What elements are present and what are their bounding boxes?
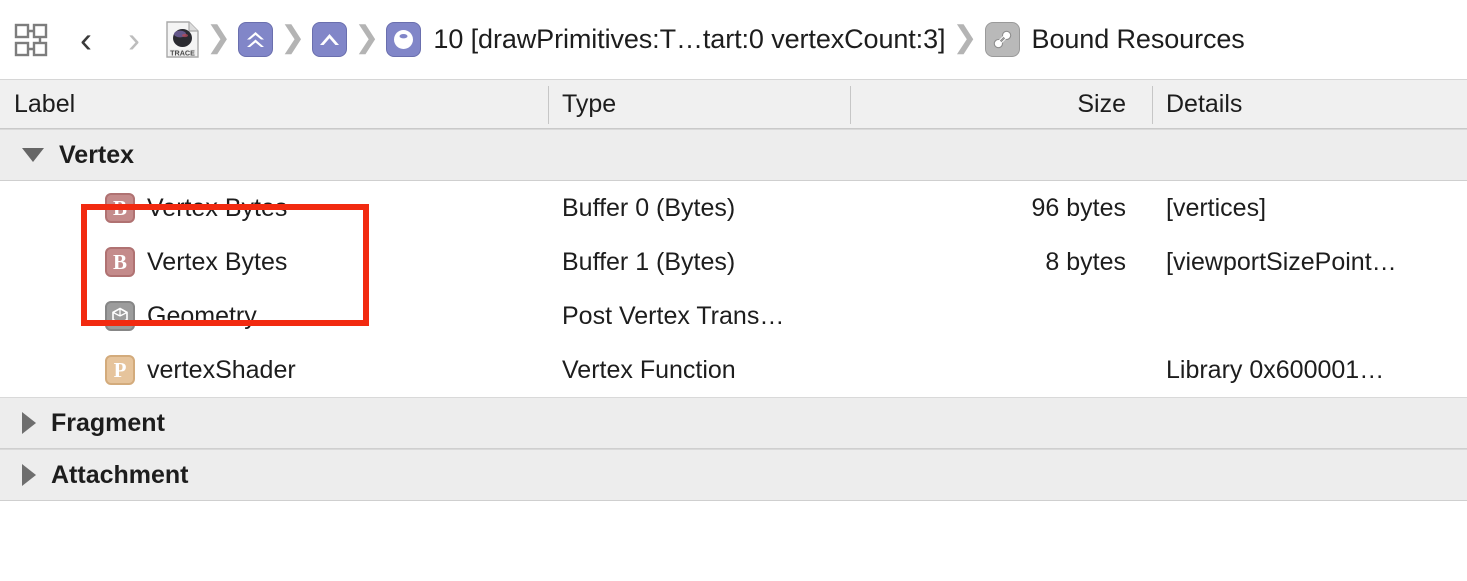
table-row[interactable]: B Vertex Bytes Buffer 0 (Bytes) 96 bytes… xyxy=(0,181,1467,235)
table-column-header: Label Type Size Details xyxy=(0,79,1467,129)
group-header-content: Attachment xyxy=(22,450,189,500)
bound-resources-panel: ‹ › TRACE ❯ ❯ xyxy=(0,0,1467,581)
bound-resources-icon[interactable] xyxy=(985,22,1020,57)
row-type: Vertex Function xyxy=(562,343,736,397)
row-type: Buffer 1 (Bytes) xyxy=(562,235,735,289)
column-header-label[interactable]: Label xyxy=(14,80,75,128)
row-size: 96 bytes xyxy=(850,181,1138,235)
column-header-details[interactable]: Details xyxy=(1166,80,1242,128)
breadcrumb-separator-3: ❯ xyxy=(354,23,379,57)
row-type: Buffer 0 (Bytes) xyxy=(562,181,735,235)
breadcrumb-separator-4: ❯ xyxy=(952,23,977,57)
nav-forward-button[interactable]: › xyxy=(118,22,150,58)
row-details: Library 0x600001… xyxy=(1166,343,1467,397)
table-row[interactable]: P vertexShader Vertex Function Library 0… xyxy=(0,343,1467,397)
breadcrumb-separator-1: ❯ xyxy=(206,23,231,57)
buffer-icon: B xyxy=(105,247,135,277)
column-header-size[interactable]: Size xyxy=(850,80,1138,128)
row-details: [viewportSizePoint… xyxy=(1166,235,1467,289)
function-icon: P xyxy=(105,355,135,385)
draw-call-icon[interactable] xyxy=(386,22,421,57)
table-group-header-vertex[interactable]: Vertex xyxy=(0,129,1467,181)
row-label-cell: Geometry xyxy=(105,289,257,343)
table-row[interactable]: Geometry Post Vertex Trans… xyxy=(0,289,1467,343)
row-label-cell: B Vertex Bytes xyxy=(105,181,287,235)
disclosure-closed-icon[interactable] xyxy=(22,412,36,434)
table-empty-area xyxy=(0,501,1467,561)
grid-view-icon[interactable] xyxy=(14,23,48,57)
breadcrumb-bar: ‹ › TRACE ❯ ❯ xyxy=(0,0,1467,79)
table-row[interactable]: B Vertex Bytes Buffer 1 (Bytes) 8 bytes … xyxy=(0,235,1467,289)
geometry-icon xyxy=(105,301,135,331)
svg-text:TRACE: TRACE xyxy=(170,48,195,57)
buffer-icon: B xyxy=(105,193,135,223)
column-divider-3[interactable] xyxy=(1152,86,1153,124)
group-header-content: Vertex xyxy=(22,130,134,180)
group-label: Fragment xyxy=(51,409,165,438)
group-label: Vertex xyxy=(59,141,134,170)
row-label: Vertex Bytes xyxy=(147,194,287,223)
table-group-header-attachment[interactable]: Attachment xyxy=(0,449,1467,501)
row-details xyxy=(1166,289,1467,343)
row-label-cell: P vertexShader xyxy=(105,343,296,397)
row-size: 8 bytes xyxy=(850,235,1138,289)
chevron-up-icon[interactable] xyxy=(312,22,347,57)
disclosure-open-icon[interactable] xyxy=(22,148,44,162)
row-size xyxy=(850,343,1138,397)
trace-document-icon[interactable]: TRACE xyxy=(166,21,199,58)
double-chevron-up-icon[interactable] xyxy=(238,22,273,57)
row-size xyxy=(850,289,1138,343)
row-label: Vertex Bytes xyxy=(147,248,287,277)
column-divider-1[interactable] xyxy=(548,86,549,124)
table-group-header-fragment[interactable]: Fragment xyxy=(0,397,1467,449)
row-label: vertexShader xyxy=(147,356,296,385)
nav-back-button[interactable]: ‹ xyxy=(70,22,102,58)
group-label: Attachment xyxy=(51,461,189,490)
column-header-type[interactable]: Type xyxy=(562,80,616,128)
breadcrumb-bound-resources-label[interactable]: Bound Resources xyxy=(1032,24,1245,55)
row-label-cell: B Vertex Bytes xyxy=(105,235,287,289)
disclosure-closed-icon[interactable] xyxy=(22,464,36,486)
row-details: [vertices] xyxy=(1166,181,1467,235)
group-header-content: Fragment xyxy=(22,398,165,448)
row-label: Geometry xyxy=(147,302,257,331)
resources-table: Vertex B Vertex Bytes Buffer 0 (Bytes) 9… xyxy=(0,129,1467,561)
breadcrumb-draw-call-label[interactable]: 10 [drawPrimitives:T…tart:0 vertexCount:… xyxy=(433,24,945,55)
row-type: Post Vertex Trans… xyxy=(562,289,784,343)
breadcrumb-separator-2: ❯ xyxy=(280,23,305,57)
